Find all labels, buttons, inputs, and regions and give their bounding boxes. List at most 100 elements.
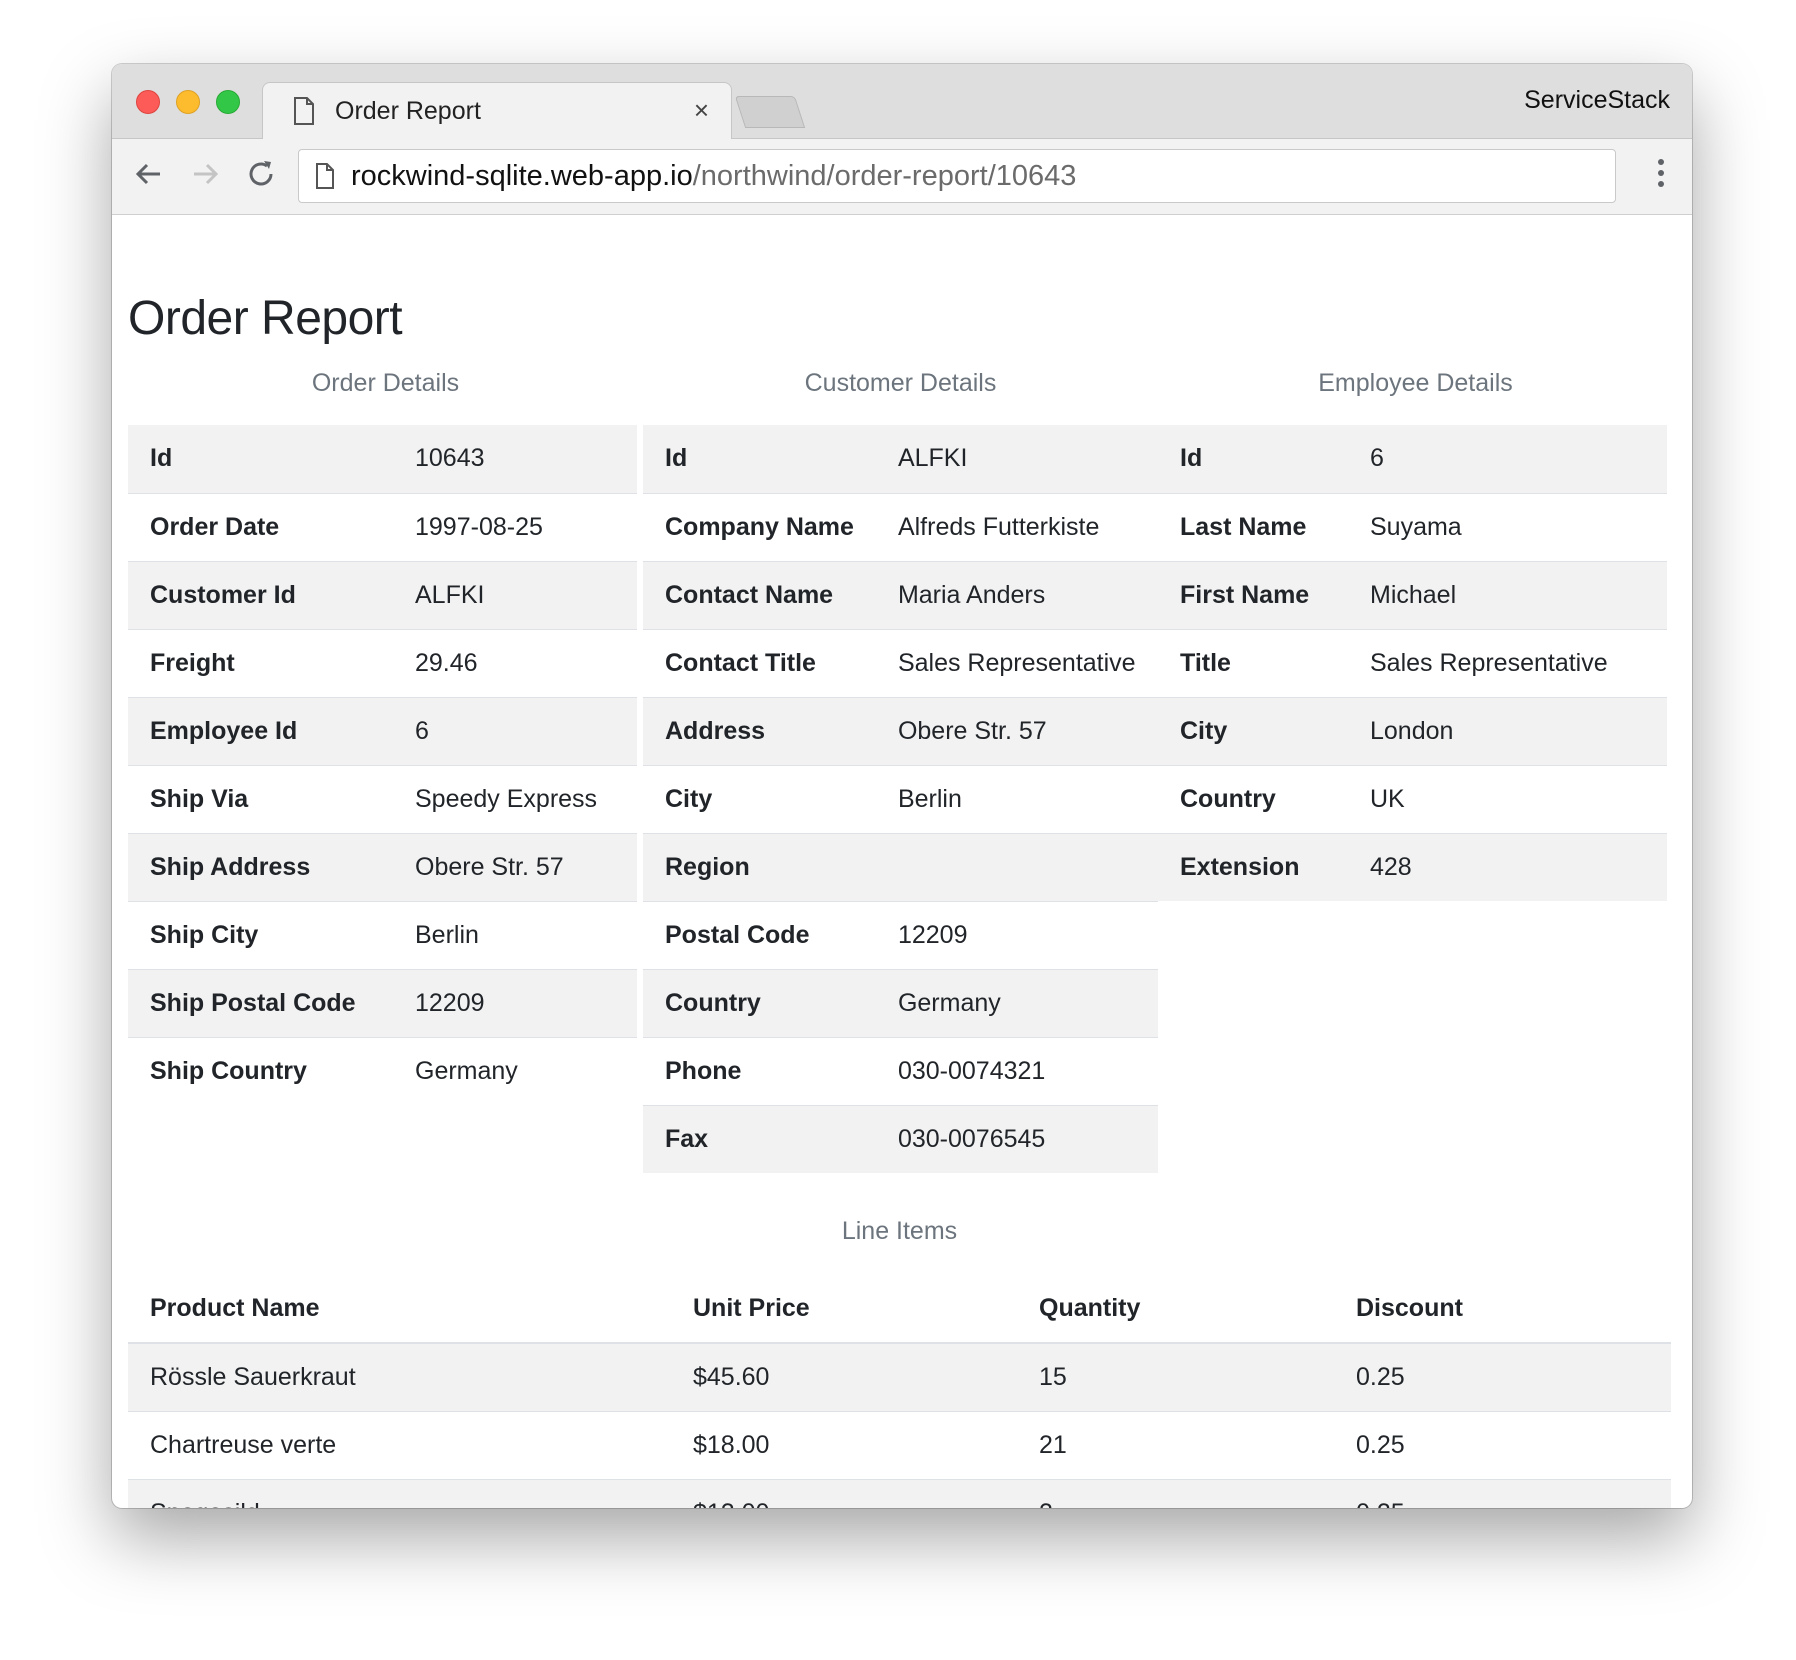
customer-details-heading: Customer Details <box>804 369 997 397</box>
address-bar[interactable]: rockwind-sqlite.web-app.io/northwind/ord… <box>298 149 1616 203</box>
arrow-left-icon <box>135 163 160 185</box>
tab-order-report[interactable]: Order Report × <box>262 82 732 140</box>
tab-title: Order Report <box>335 97 481 125</box>
field-label: Ship Country <box>128 1036 393 1105</box>
page-content: Order Report Order Details Customer Deta… <box>112 215 1692 1508</box>
url-host: rockwind-sqlite.web-app.io <box>351 160 693 192</box>
browser-window: Order Report × ServiceStack rockwind-sql… <box>112 64 1692 1508</box>
back-button[interactable] <box>132 157 166 197</box>
order-detail-row: Freight 29.46 <box>128 628 637 697</box>
field-value: 6 <box>1348 425 1667 493</box>
field-value: Alfreds Futterkiste <box>875 492 1158 561</box>
field-label: Order Date <box>128 492 393 561</box>
field-label: Company Name <box>643 492 876 561</box>
order-detail-row: Customer Id ALFKI <box>128 560 637 629</box>
customer-detail-row: Country Germany <box>643 968 1158 1037</box>
field-label: Ship Postal Code <box>128 968 393 1037</box>
field-value: Maria Anders <box>875 560 1158 629</box>
field-label: Fax <box>643 1104 876 1173</box>
column-header: Quantity <box>1017 1275 1334 1344</box>
maximize-window-button[interactable] <box>216 90 240 114</box>
line-items-header-row: Product Name Unit Price Quantity Discoun… <box>128 1275 1671 1344</box>
forward-button[interactable] <box>188 157 222 197</box>
employee-detail-row: Country UK <box>1158 764 1667 833</box>
customer-detail-row: Id ALFKI <box>643 425 1158 493</box>
employee-detail-row: City London <box>1158 696 1667 765</box>
order-detail-row: Order Date 1997-08-25 <box>128 492 637 561</box>
page-title: Order Report <box>128 292 403 345</box>
employee-detail-row: Extension 428 <box>1158 832 1667 901</box>
field-label: Phone <box>643 1036 876 1105</box>
field-value: 030-0076545 <box>875 1104 1158 1173</box>
employee-detail-row: Title Sales Representative <box>1158 628 1667 697</box>
arrow-right-icon <box>194 163 219 185</box>
product-name: Rössle Sauerkraut <box>128 1342 671 1411</box>
employee-detail-row: Id 6 <box>1158 425 1667 493</box>
customer-detail-row: City Berlin <box>643 764 1158 833</box>
field-label: Postal Code <box>643 900 876 969</box>
employee-detail-row: Last Name Suyama <box>1158 492 1667 561</box>
line-items-table: Product Name Unit Price Quantity Discoun… <box>128 1275 1671 1508</box>
field-label: Country <box>643 968 876 1037</box>
field-label: Employee Id <box>128 696 393 765</box>
field-value: Berlin <box>875 764 1158 833</box>
field-label: First Name <box>1158 560 1348 629</box>
field-value: Michael <box>1348 560 1667 629</box>
tab-strip: Order Report × ServiceStack <box>112 64 1692 140</box>
url-path: /northwind/order-report/10643 <box>692 160 1077 192</box>
order-detail-row: Ship Postal Code 12209 <box>128 968 637 1037</box>
field-label: Last Name <box>1158 492 1348 561</box>
field-label: Freight <box>128 628 393 697</box>
customer-detail-row: Address Obere Str. 57 <box>643 696 1158 765</box>
field-value: Obere Str. 57 <box>875 696 1158 765</box>
line-items-heading: Line Items <box>841 1217 958 1245</box>
field-value: Germany <box>393 1036 637 1105</box>
field-label: Country <box>1158 764 1348 833</box>
page-info-icon[interactable] <box>315 163 335 194</box>
field-label: City <box>1158 696 1348 765</box>
field-value: 12209 <box>393 968 637 1037</box>
field-value: ALFKI <box>393 560 637 629</box>
table-row: Spegesild $12.00 2 0.25 <box>128 1478 1671 1508</box>
customer-detail-row: Company Name Alfreds Futterkiste <box>643 492 1158 561</box>
customer-details-table: Id ALFKI Company Name Alfreds Futterkiste Co… <box>643 425 1158 1173</box>
unit-price: $18.00 <box>671 1410 1017 1479</box>
order-detail-row: Id 10643 <box>128 425 637 493</box>
reload-button[interactable] <box>244 157 278 197</box>
table-row: Chartreuse verte $18.00 21 0.25 <box>128 1410 1671 1479</box>
minimize-window-button[interactable] <box>176 90 200 114</box>
vertical-dots-icon[interactable] <box>1658 159 1664 192</box>
field-label: Contact Title <box>643 628 876 697</box>
profile-name[interactable]: ServiceStack <box>1524 86 1670 115</box>
field-label: City <box>643 764 876 833</box>
field-value: 12209 <box>875 900 1158 969</box>
order-details-heading: Order Details <box>311 369 460 397</box>
field-value: Sales Representative <box>875 628 1158 697</box>
column-header: Unit Price <box>671 1275 1017 1344</box>
table-row: Rössle Sauerkraut $45.60 15 0.25 <box>128 1342 1671 1411</box>
field-value: ALFKI <box>875 425 1158 493</box>
field-label: Region <box>643 832 876 901</box>
customer-detail-row: Phone 030-0074321 <box>643 1036 1158 1105</box>
field-value: 10643 <box>393 425 637 493</box>
quantity: 21 <box>1017 1410 1334 1479</box>
field-value: Speedy Express <box>393 764 637 833</box>
url-text[interactable]: rockwind-sqlite.web-app.io/northwind/ord… <box>351 160 1076 193</box>
order-details-table: Id 10643 Order Date 1997-08-25 Customer Id AL… <box>128 425 637 1105</box>
page-icon <box>293 97 315 130</box>
field-label: Customer Id <box>128 560 393 629</box>
unit-price: $12.00 <box>671 1478 1017 1508</box>
field-value: Suyama <box>1348 492 1667 561</box>
field-label: Contact Name <box>643 560 876 629</box>
close-tab-icon[interactable]: × <box>694 95 709 126</box>
field-label: Id <box>128 425 393 493</box>
column-header: Product Name <box>128 1275 671 1344</box>
employee-detail-row: First Name Michael <box>1158 560 1667 629</box>
close-window-button[interactable] <box>136 90 160 114</box>
discount: 0.25 <box>1334 1342 1671 1411</box>
new-tab-button[interactable] <box>734 96 806 128</box>
browser-toolbar: rockwind-sqlite.web-app.io/northwind/ord… <box>112 139 1692 215</box>
field-label: Title <box>1158 628 1348 697</box>
field-value: Sales Representative <box>1348 628 1667 697</box>
column-header: Discount <box>1334 1275 1671 1344</box>
